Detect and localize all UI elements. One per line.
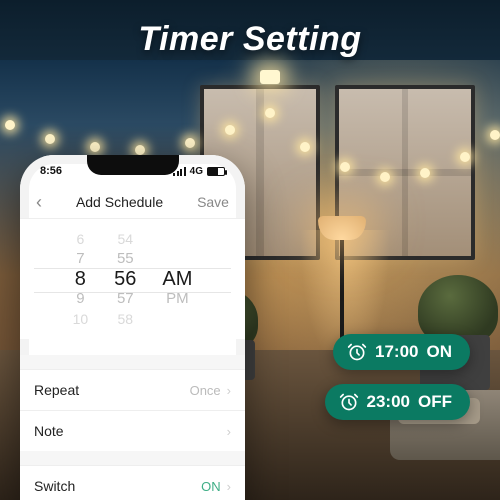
repeat-row[interactable]: Repeat Once › bbox=[20, 369, 245, 410]
chevron-right-icon: › bbox=[227, 424, 231, 439]
settings-list: Repeat Once › Note › Switch ON › bbox=[20, 355, 245, 500]
alarm-icon bbox=[339, 392, 359, 412]
repeat-value: Once bbox=[190, 383, 221, 398]
promo-scene: Timer Setting 17:00 ON 23:00 OFF 8:56 4G… bbox=[0, 0, 500, 500]
minute-option[interactable]: 55 bbox=[117, 250, 134, 268]
back-button[interactable]: ‹ bbox=[36, 193, 42, 211]
ampm-wheel[interactable]: AM PM bbox=[162, 219, 192, 339]
timer-on-time: 17:00 bbox=[375, 342, 418, 362]
status-time: 8:56 bbox=[40, 165, 62, 177]
phone-notch bbox=[87, 155, 179, 175]
hour-option[interactable]: 6 bbox=[76, 230, 84, 248]
hour-selected[interactable]: 8 bbox=[75, 270, 86, 288]
minute-option[interactable]: 58 bbox=[117, 310, 133, 328]
switch-value: ON bbox=[201, 479, 221, 494]
floor-lamp-shade bbox=[318, 216, 366, 240]
screen-header: ‹ Add Schedule Save bbox=[20, 185, 245, 219]
timer-off-state: OFF bbox=[418, 392, 452, 412]
hour-wheel[interactable]: 6 7 8 9 10 bbox=[73, 219, 89, 339]
minute-selected[interactable]: 56 bbox=[114, 270, 136, 288]
hour-option[interactable]: 10 bbox=[73, 310, 89, 328]
screen-title: Add Schedule bbox=[76, 194, 163, 210]
note-row[interactable]: Note › bbox=[20, 410, 245, 451]
switch-label: Switch bbox=[34, 478, 75, 494]
timer-off-badge: 23:00 OFF bbox=[325, 384, 470, 420]
battery-icon bbox=[207, 167, 225, 176]
chevron-right-icon: › bbox=[227, 479, 231, 494]
minute-wheel[interactable]: 54 55 56 57 58 bbox=[114, 219, 136, 339]
time-picker[interactable]: 6 7 8 9 10 54 55 56 57 58 AM PM bbox=[20, 219, 245, 339]
repeat-label: Repeat bbox=[34, 382, 79, 398]
hero-title: Timer Setting bbox=[0, 20, 500, 59]
timer-off-time: 23:00 bbox=[367, 392, 410, 412]
switch-row[interactable]: Switch ON › bbox=[20, 465, 245, 500]
ampm-selected[interactable]: AM bbox=[162, 270, 192, 288]
phone-mockup: 8:56 4G ‹ Add Schedule Save 6 7 8 9 10 bbox=[20, 155, 245, 500]
wall-sconce-light bbox=[260, 70, 280, 84]
network-label: 4G bbox=[190, 166, 203, 177]
alarm-icon bbox=[347, 342, 367, 362]
timer-on-state: ON bbox=[427, 342, 453, 362]
chevron-right-icon: › bbox=[227, 383, 231, 398]
minute-option[interactable]: 54 bbox=[117, 230, 133, 248]
hour-option[interactable]: 7 bbox=[76, 250, 84, 268]
timer-on-badge: 17:00 ON bbox=[333, 334, 470, 370]
save-button[interactable]: Save bbox=[197, 194, 229, 210]
note-label: Note bbox=[34, 423, 64, 439]
